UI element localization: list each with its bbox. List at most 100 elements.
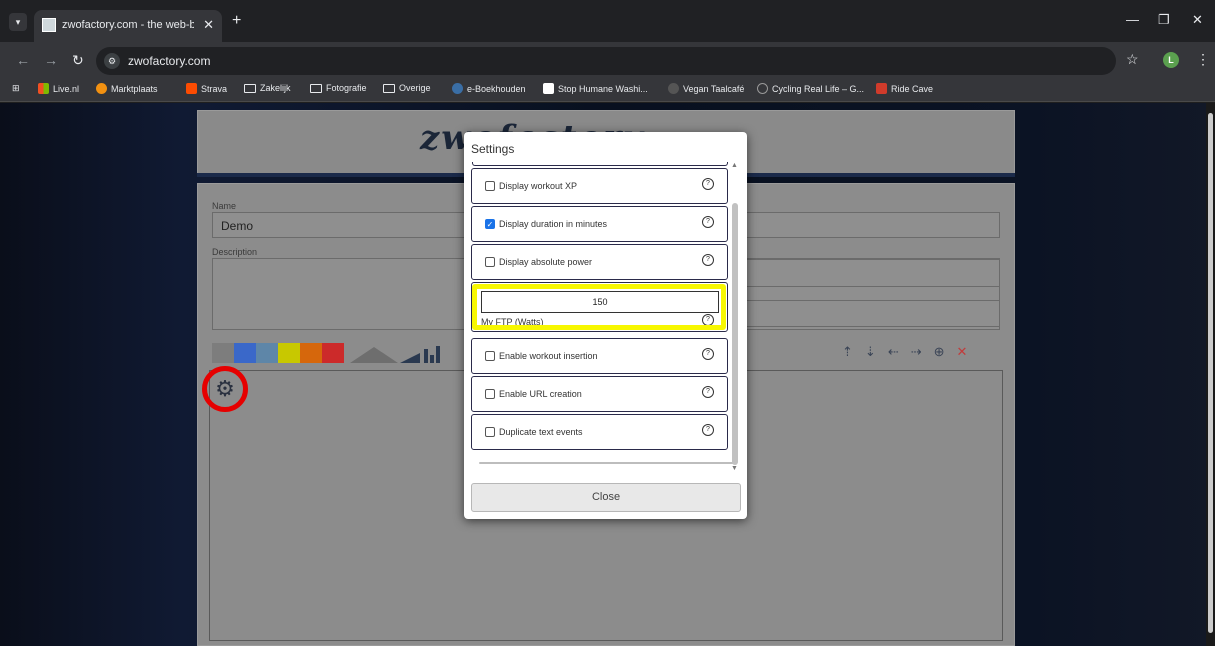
checkbox-checked[interactable]: ✓ bbox=[485, 219, 495, 229]
bookmark-strava[interactable]: Strava bbox=[186, 83, 227, 94]
help-icon[interactable]: ? bbox=[702, 386, 714, 398]
move-right-icon[interactable]: ⇢ bbox=[911, 344, 922, 360]
folder-icon bbox=[310, 83, 322, 93]
active-tab[interactable]: zwofactory.com - the web-base ✕ bbox=[34, 10, 222, 42]
option-display-workout-xp[interactable]: Display workout XP ? bbox=[471, 168, 728, 204]
bookmark-stop-humane[interactable]: Stop Humane Washi... bbox=[543, 83, 648, 94]
ftp-input[interactable]: 150 bbox=[481, 291, 719, 313]
move-down-icon[interactable]: ⇣ bbox=[865, 344, 876, 360]
tab-strip: ▾ zwofactory.com - the web-base ✕ + — ❐ … bbox=[0, 0, 1215, 42]
option-label: Display workout XP bbox=[499, 181, 578, 191]
menu-icon[interactable]: ⋮ bbox=[1196, 51, 1210, 68]
option-label: Enable URL creation bbox=[499, 389, 582, 399]
help-icon[interactable]: ? bbox=[702, 314, 714, 326]
site-favicon-icon bbox=[42, 18, 56, 32]
bookmark-star-icon[interactable]: ☆ bbox=[1126, 51, 1139, 68]
ridecave-icon bbox=[876, 83, 887, 94]
address-bar[interactable]: ⚙ zwofactory.com bbox=[96, 47, 1116, 75]
zone3-block-button[interactable] bbox=[256, 343, 278, 363]
option-duplicate-text-events[interactable]: Duplicate text events ? bbox=[471, 414, 728, 450]
eboekhouden-icon bbox=[452, 83, 463, 94]
settings-gear-icon[interactable]: ⚙ bbox=[208, 372, 242, 406]
settings-list-top-edge bbox=[472, 162, 728, 166]
close-tab-icon[interactable]: ✕ bbox=[203, 17, 214, 33]
bookmark-overige[interactable]: Overige bbox=[383, 83, 431, 93]
zone4-block-button[interactable] bbox=[278, 343, 300, 363]
move-up-icon[interactable]: ⇡ bbox=[842, 344, 853, 360]
windows-icon bbox=[38, 83, 49, 94]
checkbox[interactable] bbox=[485, 389, 495, 399]
help-icon[interactable]: ? bbox=[702, 424, 714, 436]
list-divider bbox=[479, 462, 735, 464]
block-tools: ⇡ ⇣ ⇠ ⇢ ⊕ ✕ bbox=[842, 344, 967, 360]
bookmark-marktplaats[interactable]: Marktplaats bbox=[96, 83, 158, 94]
extra-field-1[interactable] bbox=[745, 259, 1000, 287]
ramp-block-icons[interactable] bbox=[350, 343, 450, 365]
close-button[interactable]: Close bbox=[471, 483, 741, 512]
marktplaats-icon bbox=[96, 83, 107, 94]
option-enable-url-creation[interactable]: Enable URL creation ? bbox=[471, 376, 728, 412]
profile-avatar[interactable]: L bbox=[1163, 52, 1179, 68]
insert-icon[interactable]: ⊕ bbox=[934, 344, 945, 360]
page-scrollbar[interactable] bbox=[1206, 103, 1215, 646]
bookmark-icon bbox=[543, 83, 554, 94]
help-icon[interactable]: ? bbox=[702, 254, 714, 266]
checkbox[interactable] bbox=[485, 181, 495, 191]
bookmark-cycling-real-life[interactable]: Cycling Real Life – G... bbox=[757, 83, 864, 94]
option-label: Duplicate text events bbox=[499, 427, 583, 437]
bookmark-live[interactable]: Live.nl bbox=[38, 83, 79, 94]
scroll-up-icon[interactable]: ▲ bbox=[731, 162, 738, 169]
name-label: Name bbox=[212, 201, 237, 211]
zone6-block-button[interactable] bbox=[322, 343, 344, 363]
page-scrollbar-thumb[interactable] bbox=[1208, 113, 1213, 633]
name-value: Demo bbox=[221, 219, 254, 233]
description-label: Description bbox=[212, 247, 258, 257]
settings-list[interactable]: Display workout XP ? ✓ Display duration … bbox=[470, 162, 738, 474]
new-tab-button[interactable]: + bbox=[232, 12, 241, 30]
tab-title: zwofactory.com - the web-base bbox=[62, 19, 194, 31]
reload-icon[interactable]: ↻ bbox=[72, 52, 84, 69]
option-enable-workout-insertion[interactable]: Enable workout insertion ? bbox=[471, 338, 728, 374]
bookmark-fotografie[interactable]: Fotografie bbox=[310, 83, 367, 93]
apps-grid-icon[interactable]: ⊞ bbox=[12, 83, 20, 94]
zone1-block-button[interactable] bbox=[212, 343, 234, 363]
help-icon[interactable]: ? bbox=[702, 348, 714, 360]
help-icon[interactable]: ? bbox=[702, 178, 714, 190]
checkbox[interactable] bbox=[485, 257, 495, 267]
settings-dialog: Settings Display workout XP ? ✓ Display … bbox=[464, 132, 747, 519]
scroll-down-icon[interactable]: ▼ bbox=[731, 465, 738, 472]
bookmark-icon bbox=[668, 83, 679, 94]
minimize-icon[interactable]: — bbox=[1126, 12, 1139, 27]
help-icon[interactable]: ? bbox=[702, 216, 714, 228]
settings-scrollbar-thumb[interactable] bbox=[732, 203, 738, 465]
extra-field-2[interactable] bbox=[745, 300, 1000, 327]
option-display-absolute-power[interactable]: Display absolute power ? bbox=[471, 244, 728, 280]
settings-scrollbar[interactable]: ▲ ▼ bbox=[731, 162, 739, 474]
url-text: zwofactory.com bbox=[128, 54, 211, 68]
checkbox[interactable] bbox=[485, 351, 495, 361]
restore-icon[interactable]: ❐ bbox=[1158, 12, 1170, 28]
option-display-duration-minutes[interactable]: ✓ Display duration in minutes ? bbox=[471, 206, 728, 242]
browser-toolbar: ← → ↻ ⚙ zwofactory.com ☆ L ⋮ bbox=[0, 42, 1215, 78]
strava-icon bbox=[186, 83, 197, 94]
forward-icon[interactable]: → bbox=[44, 52, 58, 68]
close-window-icon[interactable]: ✕ bbox=[1192, 12, 1203, 28]
back-icon[interactable]: ← bbox=[16, 52, 30, 68]
checkbox[interactable] bbox=[485, 427, 495, 437]
folder-icon bbox=[244, 83, 256, 93]
globe-icon bbox=[757, 83, 768, 94]
option-label: Enable workout insertion bbox=[499, 351, 598, 361]
delete-icon[interactable]: ✕ bbox=[957, 344, 968, 360]
bookmark-ride-cave[interactable]: Ride Cave bbox=[876, 83, 933, 94]
browser-window: ▾ zwofactory.com - the web-base ✕ + — ❐ … bbox=[0, 0, 1215, 646]
site-info-icon[interactable]: ⚙ bbox=[104, 53, 120, 69]
bookmark-eboekhouden[interactable]: e-Boekhouden bbox=[452, 83, 526, 94]
move-left-icon[interactable]: ⇠ bbox=[888, 344, 899, 360]
bookmark-zakelijk[interactable]: Zakelijk bbox=[244, 83, 291, 93]
tab-search-icon[interactable]: ▾ bbox=[9, 13, 27, 31]
zone-swatches bbox=[212, 343, 344, 363]
zone2-block-button[interactable] bbox=[234, 343, 256, 363]
bookmark-vegan-taalcafe[interactable]: Vegan Taalcafé bbox=[668, 83, 744, 94]
bookmarks-bar: ⊞ Live.nl Marktplaats Strava Zakelijk Fo… bbox=[0, 78, 1215, 102]
zone5-block-button[interactable] bbox=[300, 343, 322, 363]
